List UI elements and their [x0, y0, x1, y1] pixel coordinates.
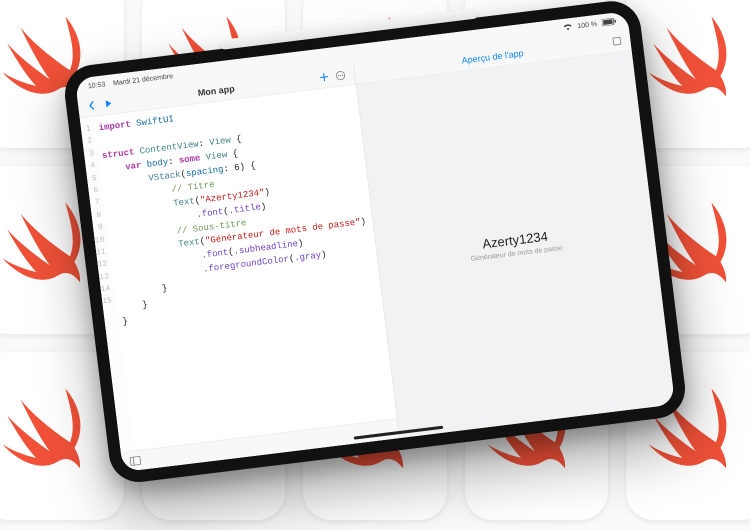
add-button[interactable] — [317, 71, 329, 83]
status-time: 10:53 — [88, 81, 106, 90]
preview-canvas[interactable]: Azerty1234 Générateur de mots de passe — [356, 51, 675, 438]
code-editor[interactable]: 1 2 3 4 5 6 7 8 9 10 11 12 13 14 15 impo… — [80, 85, 396, 452]
wifi-icon — [563, 22, 573, 32]
status-date: Mardi 21 décembre — [113, 73, 174, 87]
more-button[interactable] — [334, 69, 346, 81]
preview-pane: Aperçu de l'app Azerty1234 Générateur de… — [354, 29, 675, 438]
battery-text: 100 % — [577, 20, 598, 29]
ipad-screen: 10:53 Mardi 21 décembre 100 % — [75, 11, 675, 472]
left-panel-toggle[interactable] — [129, 455, 141, 467]
code-content[interactable]: import SwiftUI struct ContentView: View … — [93, 85, 396, 451]
battery-icon — [602, 17, 617, 28]
back-button[interactable] — [86, 99, 98, 111]
expand-preview-button[interactable] — [611, 35, 623, 47]
code-editor-pane: Mon app 1 2 3 4 5 6 7 8 9 10 11 12 13 14… — [77, 63, 399, 472]
run-button[interactable] — [103, 97, 115, 109]
ipad-device: 10:53 Mardi 21 décembre 100 % — [62, 0, 689, 485]
